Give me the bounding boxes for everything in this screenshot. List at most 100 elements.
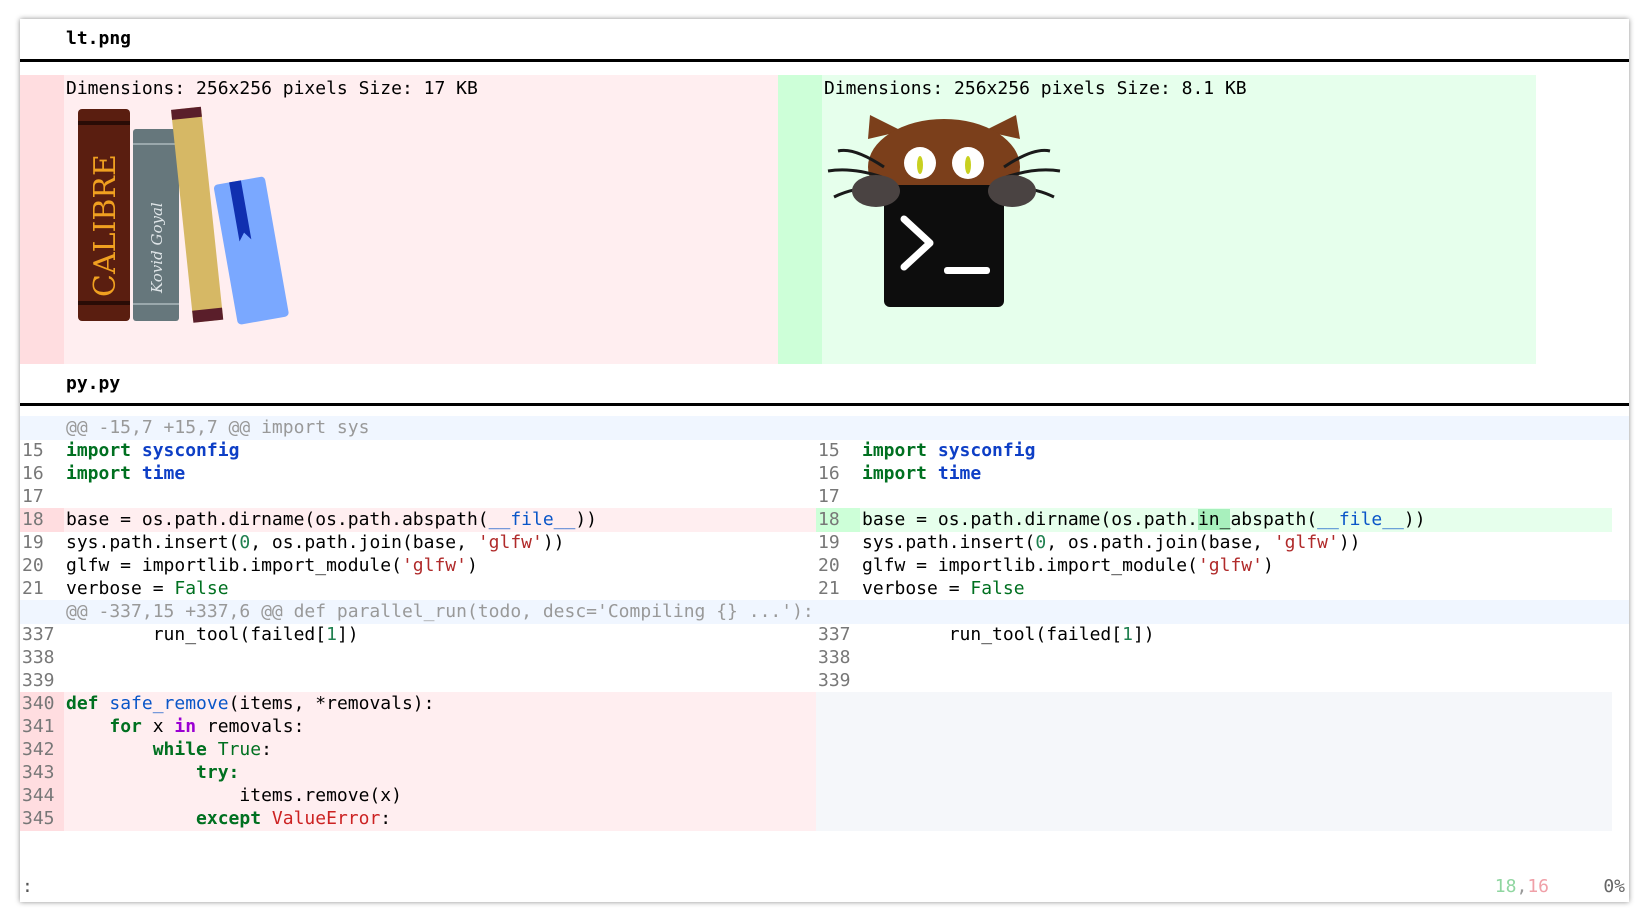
code-text: glfw = importlib.import_module('glfw') <box>862 555 1274 576</box>
right-image-panel: Dimensions: 256x256 pixels Size: 8.1 KB <box>778 75 1536 364</box>
line-number: 16 <box>22 463 44 484</box>
line-number: 21 <box>818 578 840 599</box>
code-text: base = os.path.dirname(os.path.in_abspat… <box>862 509 1426 530</box>
right-line: 19 sys.path.insert(0, os.path.join(base,… <box>816 531 1612 555</box>
right-line: 21 verbose = False <box>816 577 1612 601</box>
right-line-empty <box>816 807 1612 831</box>
left-line: 16 import time <box>20 462 816 486</box>
left-line: 19 sys.path.insert(0, os.path.join(base,… <box>20 531 816 555</box>
hunk-header: @@ -15,7 +15,7 @@ import sys <box>20 416 1629 440</box>
hunk-header-text: @@ -15,7 +15,7 @@ import sys <box>66 417 370 438</box>
line-number: 341 <box>20 715 64 739</box>
code-text: while True: <box>152 739 272 760</box>
diff-row: 337 run_tool(failed[1]) 337 run_tool(fai… <box>20 623 1629 647</box>
left-line: 20 glfw = importlib.import_module('glfw'… <box>20 554 816 578</box>
left-line: 17 <box>20 485 816 509</box>
line-number: 337 <box>818 624 851 645</box>
left-line: 338 <box>20 646 816 670</box>
diff-row: 16 import time 16 import time <box>20 462 1629 486</box>
diff-window: lt.png Dimensions: 256x256 pixels Size: … <box>20 19 1629 902</box>
line-number: 19 <box>22 532 44 553</box>
right-line: 16 import time <box>816 462 1612 486</box>
diff-row: 338 338 <box>20 646 1629 670</box>
line-number: 340 <box>20 692 64 716</box>
line-number: 21 <box>22 578 44 599</box>
code-text: for x in removals: <box>109 716 305 737</box>
left-line: 15 import sysconfig <box>20 439 816 463</box>
left-image-body: Dimensions: 256x256 pixels Size: 17 KB C… <box>64 75 778 364</box>
command-prompt[interactable]: : <box>22 872 33 902</box>
right-image-body: Dimensions: 256x256 pixels Size: 8.1 KB <box>822 75 1536 364</box>
code-text: import time <box>66 463 186 484</box>
left-image-info: Dimensions: 256x256 pixels Size: 17 KB <box>66 78 478 99</box>
change-position: 18,16 <box>1494 876 1549 897</box>
code-text: glfw = importlib.import_module('glfw') <box>66 555 478 576</box>
line-number: 18 <box>20 508 64 532</box>
code-text: sys.path.insert(0, os.path.join(base, 'g… <box>66 532 565 553</box>
code-file-title: py.py <box>66 373 121 394</box>
left-line-removed: 341 for x in removals: <box>20 715 816 739</box>
line-number: 343 <box>20 761 64 785</box>
removed-count: 16 <box>1527 876 1549 897</box>
code-text: run_tool(failed[1]) <box>66 624 359 645</box>
image-file-separator <box>20 59 1629 62</box>
left-line-removed: 342 while True: <box>20 738 816 762</box>
right-line: 17 <box>816 485 1612 509</box>
code-text: import sysconfig <box>862 440 1036 461</box>
right-line-added: 18 base = os.path.dirname(os.path.in_abs… <box>816 508 1612 532</box>
image-file-title: lt.png <box>66 28 132 49</box>
right-line-empty <box>816 784 1612 808</box>
line-number: 337 <box>22 624 55 645</box>
left-image-gutter <box>20 75 64 364</box>
line-number: 339 <box>22 670 55 691</box>
diff-row-removed: 345 except ValueError: <box>20 807 1629 831</box>
hunk-header-text: @@ -337,15 +337,6 @@ def parallel_run(to… <box>66 601 814 622</box>
left-line-removed: 344 items.remove(x) <box>20 784 816 808</box>
right-line: 339 <box>816 669 1612 693</box>
right-line: 20 glfw = importlib.import_module('glfw'… <box>816 554 1612 578</box>
added-token-highlight: in_ <box>1197 509 1231 530</box>
line-number: 339 <box>818 670 851 691</box>
line-number: 338 <box>818 647 851 668</box>
line-number: 15 <box>22 440 44 461</box>
left-line: 21 verbose = False <box>20 577 816 601</box>
code-text: items.remove(x) <box>239 785 402 806</box>
kitty-logo-image <box>827 115 1061 307</box>
calibre-logo-text: CALIBRE <box>88 154 123 297</box>
hunk-header: @@ -337,15 +337,6 @@ def parallel_run(to… <box>20 600 1629 624</box>
diff-row: 17 17 <box>20 485 1629 509</box>
status-bar: : 18,16 0% <box>20 872 1629 902</box>
code-text: verbose = False <box>862 578 1025 599</box>
right-line-empty <box>816 715 1612 739</box>
line-number: 17 <box>22 486 44 507</box>
diff-row: 15 import sysconfig 15 import sysconfig <box>20 439 1629 463</box>
diff-row-removed: 341 for x in removals: <box>20 715 1629 739</box>
code-text: def safe_remove(items, *removals): <box>66 693 435 714</box>
code-text: run_tool(failed[1]) <box>862 624 1155 645</box>
diff-row: 19 sys.path.insert(0, os.path.join(base,… <box>20 531 1629 555</box>
line-number: 15 <box>818 440 840 461</box>
right-line: 337 run_tool(failed[1]) <box>816 623 1612 647</box>
code-text: import time <box>862 463 982 484</box>
right-line-empty <box>816 692 1612 716</box>
diff-row: 21 verbose = False 21 verbose = False <box>20 577 1629 601</box>
line-number: 342 <box>20 738 64 762</box>
diff-row-changed: 18 base = os.path.dirname(os.path.abspat… <box>20 508 1629 532</box>
left-image-panel: Dimensions: 256x256 pixels Size: 17 KB C… <box>20 75 778 364</box>
code-text: base = os.path.dirname(os.path.abspath(_… <box>66 509 598 530</box>
calibre-logo-author: Kovid Goyal <box>148 202 166 294</box>
left-line-removed: 345 except ValueError: <box>20 807 816 831</box>
left-line: 339 <box>20 669 816 693</box>
left-line-removed: 340 def safe_remove(items, *removals): <box>20 692 816 716</box>
right-image-gutter <box>778 75 822 364</box>
right-image-info: Dimensions: 256x256 pixels Size: 8.1 KB <box>824 78 1247 99</box>
diff-row-removed: 342 while True: <box>20 738 1629 762</box>
diff-row: 20 glfw = importlib.import_module('glfw'… <box>20 554 1629 578</box>
line-number: 20 <box>22 555 44 576</box>
code-text: try: <box>196 762 240 783</box>
right-line-empty <box>816 738 1612 762</box>
line-number: 338 <box>22 647 55 668</box>
line-number: 344 <box>20 784 64 808</box>
right-line: 338 <box>816 646 1612 670</box>
diff-row: 339 339 <box>20 669 1629 693</box>
